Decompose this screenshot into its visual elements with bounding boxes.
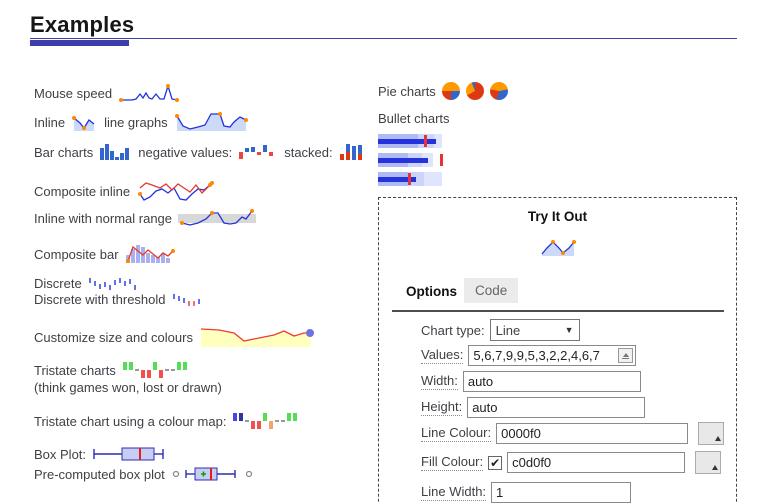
mouse-speed-sparkline: [118, 82, 184, 104]
box-plot-sparkline: [92, 446, 168, 462]
chart-type-select[interactable]: Line ▼: [490, 319, 580, 341]
stacked-label: stacked:: [284, 145, 332, 160]
normal-range-sparkline: [178, 207, 256, 229]
inline-label: Inline: [34, 115, 65, 130]
example-pie-charts: Pie charts: [378, 82, 508, 100]
bar-charts-label: Bar charts: [34, 145, 93, 160]
values-picker-icon[interactable]: [618, 348, 633, 363]
height-label: Height:: [421, 399, 462, 416]
values-row: Values:: [421, 345, 636, 366]
mouse-speed-label: Mouse speed: [34, 86, 112, 101]
example-composite-inline: Composite inline: [34, 176, 216, 206]
height-row: Height:: [421, 397, 645, 418]
inline-line-graph-sparkline: [174, 110, 250, 134]
line-colour-swatch-button[interactable]: [698, 422, 724, 445]
example-discrete: Discrete: [34, 276, 143, 291]
pie-chart-2: [466, 82, 484, 100]
bullet-chart-1: [378, 134, 444, 148]
example-bar-charts: Bar charts negative values: stacked:: [34, 141, 364, 163]
tristate-colormap-sparkline: [232, 411, 300, 431]
swatch-picker-icon: [715, 436, 721, 441]
tab-options[interactable]: Options: [406, 284, 457, 299]
box-plot-label: Box Plot:: [34, 447, 86, 462]
composite-bar-label: Composite bar: [34, 247, 119, 262]
composite-inline-label: Composite inline: [34, 184, 130, 199]
pie-charts-label: Pie charts: [378, 84, 436, 99]
line-width-input[interactable]: [491, 482, 631, 503]
tristate-note: (think games won, lost or drawn): [34, 380, 222, 395]
width-label: Width:: [421, 373, 458, 390]
width-row: Width:: [421, 371, 641, 392]
fill-colour-row: Fill Colour: ✔: [421, 451, 721, 474]
customize-label: Customize size and colours: [34, 330, 193, 345]
example-box-plot: Box Plot:: [34, 446, 168, 462]
line-colour-input[interactable]: [496, 423, 688, 444]
bullet-charts-label-row: Bullet charts: [378, 111, 450, 126]
page-title: Examples: [30, 12, 134, 38]
fill-colour-input[interactable]: [507, 452, 685, 473]
example-customize: Customize size and colours: [34, 324, 317, 350]
title-rule-thick: [30, 40, 129, 46]
line-graphs-label: line graphs: [104, 115, 168, 130]
bar-chart-sparkline: [99, 141, 132, 163]
height-input[interactable]: [467, 397, 645, 418]
example-tristate-map: Tristate chart using a colour map:: [34, 411, 300, 431]
tab-divider: [392, 310, 724, 312]
discrete-sparkline: [88, 277, 143, 291]
try-it-out-sparkline: [539, 236, 579, 262]
swatch-picker-icon: [712, 465, 718, 470]
example-discrete-threshold: Discrete with threshold: [34, 292, 212, 307]
inline-normal-range-label: Inline with normal range: [34, 211, 172, 226]
example-inline-normal-range: Inline with normal range: [34, 207, 256, 229]
tab-code[interactable]: Code: [464, 278, 518, 303]
discrete-label: Discrete: [34, 276, 82, 291]
inline-small-sparkline: [71, 112, 98, 133]
example-tristate: Tristate charts: [34, 360, 190, 380]
line-width-row: Line Width:: [421, 482, 631, 503]
precomputed-box-plot-label: Pre-computed box plot: [34, 467, 165, 482]
stacked-bar-sparkline: [339, 141, 364, 163]
tristate-label: Tristate charts: [34, 363, 116, 378]
example-mouse-speed: Mouse speed: [34, 82, 184, 104]
values-input[interactable]: [468, 345, 636, 366]
tristate-sparkline: [122, 360, 190, 380]
width-input[interactable]: [463, 371, 641, 392]
examples-page: Examples Mouse speed Inline line graphs …: [0, 0, 758, 503]
fill-colour-swatch-button[interactable]: [695, 451, 721, 474]
chart-type-label: Chart type:: [421, 323, 485, 338]
pie-chart-3: [490, 82, 508, 100]
bullet-charts-label: Bullet charts: [378, 111, 450, 126]
chart-type-row: Chart type: Line ▼: [421, 319, 580, 341]
pie-chart-1: [442, 82, 460, 100]
bullet-chart-3: [378, 172, 444, 186]
title-rule-thin: [30, 38, 737, 39]
discrete-threshold-label: Discrete with threshold: [34, 292, 166, 307]
fill-colour-checkbox[interactable]: ✔: [488, 456, 502, 470]
bullet-chart-2: [378, 153, 444, 167]
line-colour-label: Line Colour:: [421, 425, 491, 442]
customize-sparkline: [199, 324, 317, 350]
example-precomputed-box-plot: Pre-computed box plot: [34, 466, 257, 482]
precomputed-box-plot-sparkline: [171, 466, 257, 482]
fill-colour-label: Fill Colour:: [421, 454, 483, 471]
composite-bar-sparkline: [125, 241, 177, 267]
values-label: Values:: [421, 347, 463, 364]
example-inline: Inline line graphs: [34, 110, 250, 134]
try-it-out-panel: Try It Out Options Code Chart type: Line…: [378, 197, 737, 503]
try-it-out-title: Try It Out: [379, 209, 736, 224]
tristate-map-label: Tristate chart using a colour map:: [34, 414, 226, 429]
chevron-down-icon: ▼: [565, 325, 574, 335]
composite-inline-sparkline: [136, 176, 216, 206]
line-colour-row: Line Colour:: [421, 422, 724, 445]
negative-bar-sparkline: [238, 143, 278, 161]
negative-values-label: negative values:: [138, 145, 232, 160]
line-width-label: Line Width:: [421, 484, 486, 501]
example-composite-bar: Composite bar: [34, 241, 177, 267]
discrete-threshold-sparkline: [172, 293, 212, 307]
